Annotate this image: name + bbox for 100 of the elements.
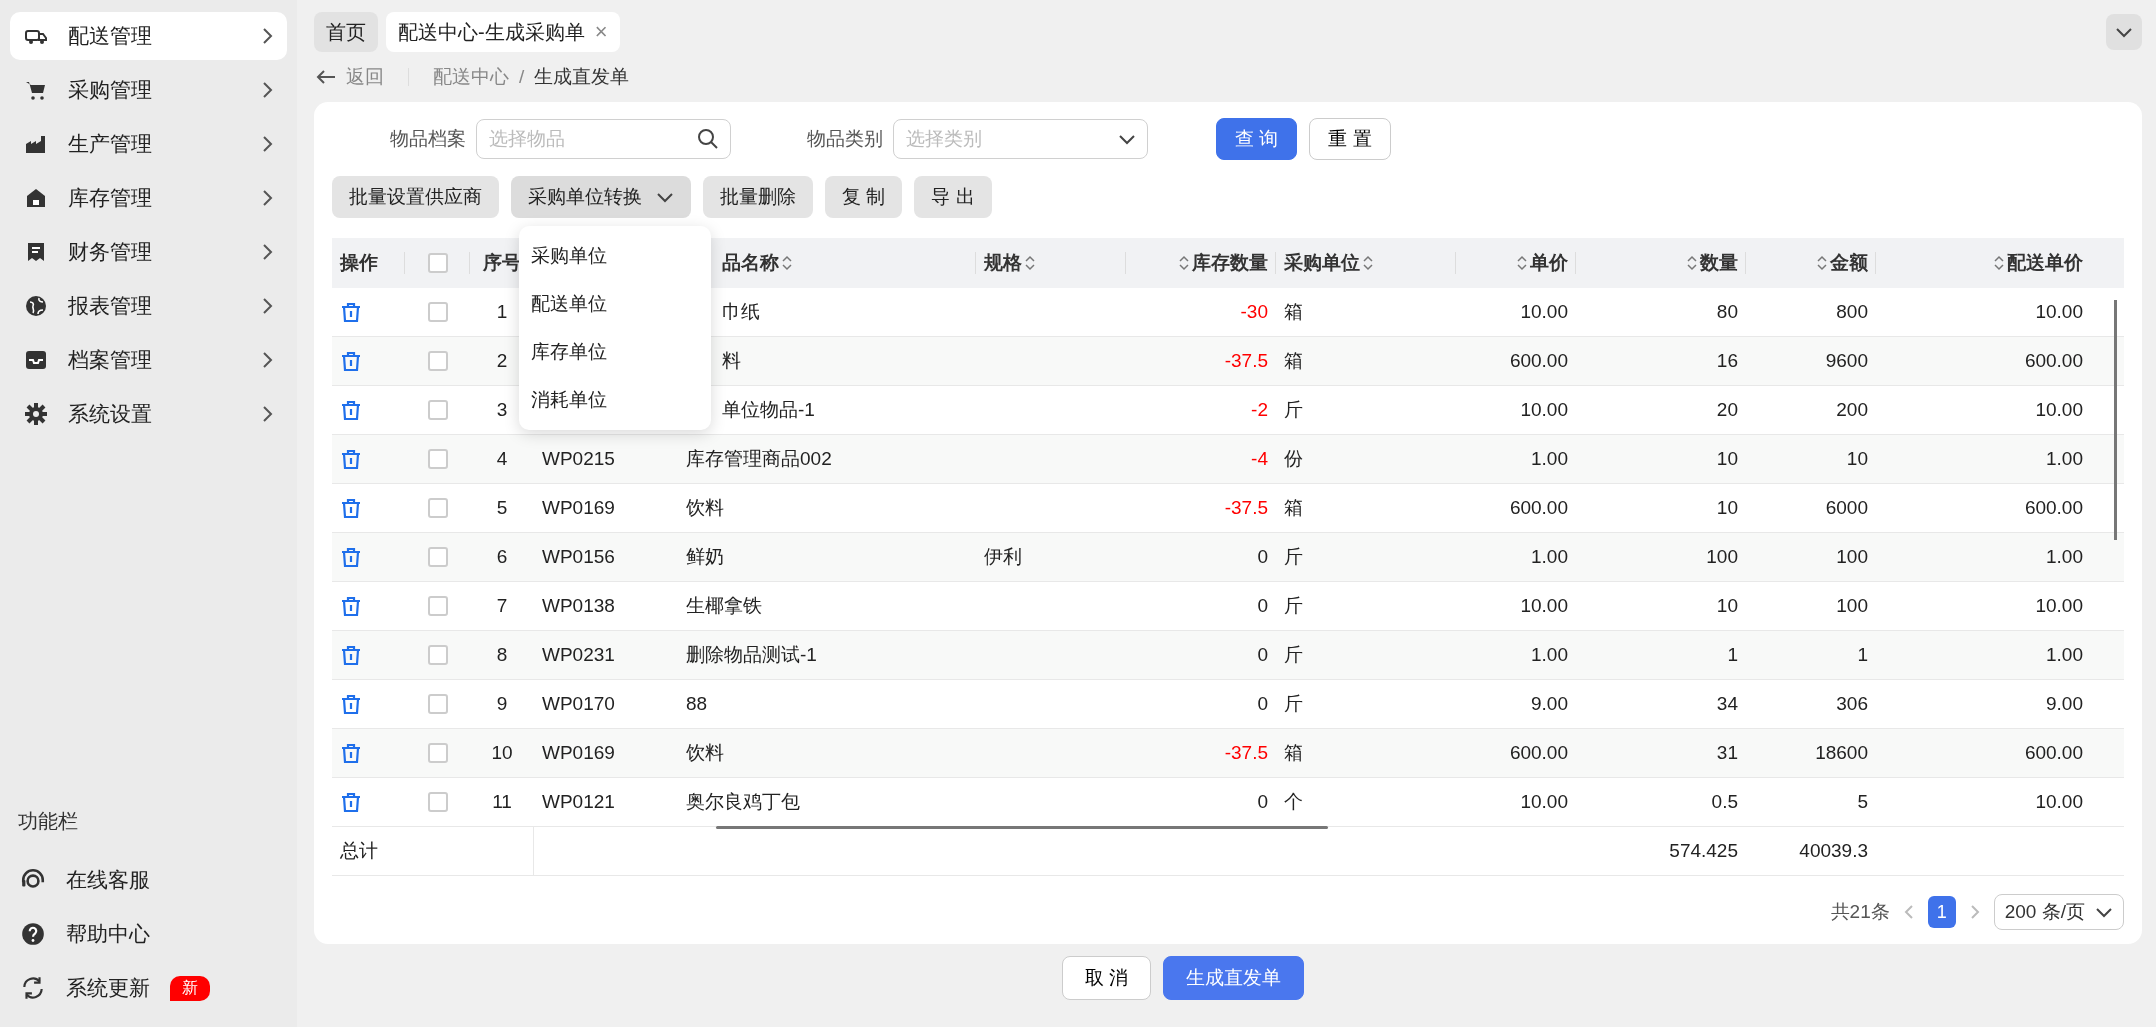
column-header[interactable]: 库存数量 [1179, 250, 1268, 276]
table-cell: -4 [1251, 448, 1268, 470]
next-page-icon[interactable] [1969, 904, 1980, 920]
chevron-right-icon [261, 243, 273, 261]
prev-page-icon[interactable] [1903, 904, 1914, 920]
row-checkbox[interactable] [427, 351, 448, 371]
table-cell: -37.5 [1224, 350, 1268, 372]
sidebar-item[interactable]: 报表管理 [10, 282, 287, 330]
menu-item[interactable]: 库存单位 [519, 328, 711, 376]
table-cell: 6000 [1825, 497, 1868, 519]
delete-icon[interactable] [340, 448, 362, 470]
search-button[interactable]: 查 询 [1216, 118, 1298, 160]
sidebar-item[interactable]: 系统设置 [10, 390, 287, 438]
column-header[interactable]: 采购单位 [1284, 250, 1373, 276]
toolbar-button[interactable]: 复 制 [825, 176, 903, 218]
page-tab[interactable]: 配送中心-生成采购单 × [386, 12, 620, 52]
sidebar-item[interactable]: 库存管理 [10, 174, 287, 222]
cancel-button[interactable]: 取 消 [1061, 956, 1152, 1000]
select-field[interactable]: 选择类别 [893, 119, 1148, 159]
sidebar-item[interactable]: 财务管理 [10, 228, 287, 276]
sort-icon [1025, 255, 1035, 271]
table-cell: 0 [1257, 595, 1268, 617]
table-cell: -37.5 [1224, 742, 1268, 764]
column-header[interactable]: 金额 [1817, 250, 1868, 276]
table-cell: 1 [1727, 644, 1738, 666]
sidebar-link[interactable]: 帮助中心 [66, 920, 150, 948]
row-checkbox[interactable] [427, 498, 448, 518]
table-cell: 10.00 [1520, 301, 1568, 323]
menu-item[interactable]: 采购单位 [519, 232, 711, 280]
table-cell: 5 [1857, 791, 1868, 813]
delete-icon[interactable] [340, 497, 362, 519]
row-checkbox[interactable] [427, 302, 448, 322]
table-cell: 1.00 [2046, 644, 2083, 666]
scrollbar[interactable] [716, 826, 1328, 829]
row-checkbox[interactable] [427, 547, 448, 567]
page-tab[interactable]: 首页 [314, 12, 378, 52]
select-all-checkbox[interactable] [427, 253, 448, 273]
sidebar-item[interactable]: 采购管理 [10, 66, 287, 114]
table-cell: 1.00 [1531, 644, 1568, 666]
sidebar-item[interactable]: 生产管理 [10, 120, 287, 168]
delete-icon[interactable] [340, 742, 362, 764]
table-cell: 20 [1716, 399, 1738, 421]
table-cell: 31 [1716, 742, 1738, 764]
search-field[interactable]: 选择物品 [476, 119, 731, 159]
sidebar-item[interactable]: 配送管理 [10, 12, 287, 60]
table-cell-text: 删除物品测试-1 [686, 643, 817, 667]
delete-icon[interactable] [340, 301, 362, 323]
sidebar-link[interactable]: 在线客服 [66, 866, 150, 894]
reset-button[interactable]: 重 置 [1309, 118, 1391, 160]
table-cell: 2 [496, 350, 508, 372]
table-cell: 0 [1257, 546, 1268, 568]
row-checkbox[interactable] [427, 449, 448, 469]
page-size-select[interactable]: 200 条/页 [1993, 894, 2124, 930]
delete-icon[interactable] [340, 399, 362, 421]
house-icon [24, 186, 48, 210]
table-cell: 100 [1706, 546, 1738, 568]
page-button[interactable]: 1 [1927, 896, 1956, 928]
row-checkbox[interactable] [427, 645, 448, 665]
search-icon [697, 128, 719, 150]
delete-icon[interactable] [340, 791, 362, 813]
breadcrumb-item: 生成直发单 [534, 65, 630, 89]
delete-icon[interactable] [340, 595, 362, 617]
sidebar-item[interactable]: 档案管理 [10, 336, 287, 384]
table-cell: 16 [1716, 350, 1738, 372]
back-arrow-icon[interactable] [316, 69, 336, 85]
row-checkbox[interactable] [427, 694, 448, 714]
delete-icon[interactable] [340, 644, 362, 666]
toolbar-button[interactable]: 导 出 [914, 176, 992, 218]
row-checkbox[interactable] [427, 400, 448, 420]
sidebar-link[interactable]: 系统更新 [66, 974, 150, 1002]
row-checkbox[interactable] [427, 743, 448, 763]
table-cell-text: 鲜奶 [686, 545, 724, 569]
delete-icon[interactable] [340, 546, 362, 568]
delete-icon[interactable] [340, 350, 362, 372]
table-cell-text: 斤 [1284, 398, 1303, 422]
menu-item[interactable]: 配送单位 [519, 280, 711, 328]
table-cell: 1.00 [1531, 546, 1568, 568]
row-checkbox[interactable] [427, 596, 448, 616]
field-label: 物品档案 [390, 127, 466, 151]
submit-button[interactable]: 生成直发单 [1163, 956, 1305, 1000]
column-header[interactable]: 数量 [1687, 250, 1738, 276]
table-cell: 34 [1716, 693, 1738, 715]
caret-icon [2095, 906, 2113, 918]
table-cell-text: 箱 [1284, 300, 1303, 324]
column-header[interactable]: 单价 [1517, 250, 1568, 276]
column-header[interactable]: 规格 [984, 250, 1035, 276]
toolbar-button[interactable]: 批量设置供应商 [332, 176, 499, 218]
scrollbar[interactable] [2114, 300, 2117, 540]
column-header[interactable]: 配送单价 [1994, 250, 2083, 276]
chevron-down-icon [2115, 26, 2133, 38]
table-cell-text: 单位物品-1 [722, 398, 815, 422]
chevron-right-icon [261, 27, 273, 45]
collapse-button[interactable] [2106, 14, 2142, 50]
toolbar-button[interactable]: 批量删除 [703, 176, 813, 218]
row-checkbox[interactable] [427, 792, 448, 812]
column-header[interactable]: 品名称 [722, 250, 792, 276]
menu-item[interactable]: 消耗单位 [519, 376, 711, 424]
delete-icon[interactable] [340, 693, 362, 715]
close-icon[interactable]: × [594, 19, 608, 45]
dropdown-button[interactable]: 采购单位转换 [511, 176, 691, 218]
